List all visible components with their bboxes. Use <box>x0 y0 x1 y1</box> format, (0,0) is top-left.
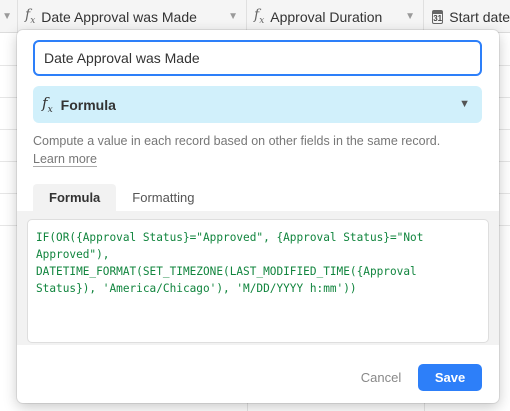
chevron-down-icon[interactable]: ▼ <box>228 11 238 22</box>
chevron-down-icon: ▼ <box>459 98 470 110</box>
formula-icon: fx <box>254 7 265 26</box>
tab-formatting[interactable]: Formatting <box>116 184 210 211</box>
field-type-label: Formula <box>60 96 116 113</box>
description-text: Compute a value in each record based on … <box>33 134 441 148</box>
column-header-approval-duration[interactable]: fx Approval Duration ▼ <box>247 0 424 33</box>
field-name-input[interactable] <box>33 40 482 76</box>
previous-column-header[interactable]: ▼ <box>0 0 18 33</box>
save-button[interactable]: Save <box>418 364 482 391</box>
learn-more-link[interactable]: Learn more <box>33 152 97 167</box>
formula-editor-panel: IF(OR({Approval Status}="Approved", {App… <box>17 211 499 345</box>
column-header-date-approval[interactable]: fx Date Approval was Made ▼ <box>18 0 247 33</box>
column-header-label: Approval Duration <box>270 8 383 25</box>
calendar-icon: 31 <box>432 9 444 24</box>
editor-tabs: Formula Formatting <box>33 184 210 211</box>
grid-header-row: ▼ fx Date Approval was Made ▼ fx Approva… <box>0 0 510 33</box>
column-header-label: Date Approval was Made <box>41 8 197 25</box>
column-header-start-date[interactable]: 31 Start date <box>424 0 510 33</box>
field-type-description: Compute a value in each record based on … <box>33 132 483 168</box>
tab-formula[interactable]: Formula <box>33 184 117 211</box>
formula-editor[interactable]: IF(OR({Approval Status}="Approved", {App… <box>27 219 489 343</box>
column-header-label: Start date <box>449 8 510 25</box>
formula-icon: fx <box>25 7 36 26</box>
chevron-down-icon[interactable]: ▼ <box>2 11 12 22</box>
field-editor-popup: fx Formula ▼ Compute a value in each rec… <box>17 30 499 403</box>
formula-icon: fx <box>42 94 53 115</box>
chevron-down-icon[interactable]: ▼ <box>405 11 415 22</box>
cancel-button[interactable]: Cancel <box>353 364 409 390</box>
field-type-select[interactable]: fx Formula ▼ <box>33 86 482 123</box>
